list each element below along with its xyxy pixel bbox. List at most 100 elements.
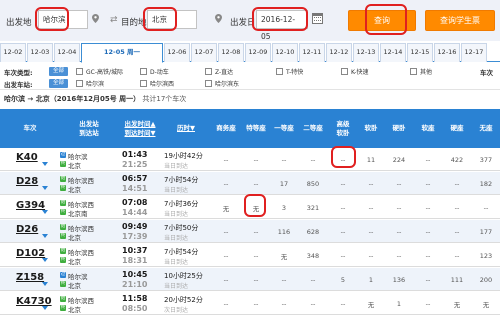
date-tab[interactable]: 12-06 bbox=[164, 43, 190, 62]
calendar-icon[interactable] bbox=[312, 13, 323, 24]
date-tab[interactable]: 12-08 bbox=[218, 43, 244, 62]
seat-first: -- bbox=[281, 299, 287, 308]
date-tab-active[interactable]: 12-05 周一 bbox=[81, 43, 163, 63]
departure-time: 01:43 bbox=[122, 150, 148, 159]
checkbox[interactable] bbox=[341, 68, 348, 75]
location-pin-icon[interactable] bbox=[215, 14, 222, 23]
seat-business: -- bbox=[223, 299, 229, 308]
departure-time: 10:37 bbox=[122, 246, 148, 255]
seat-business: -- bbox=[223, 275, 229, 284]
train-number[interactable]: D102 bbox=[16, 248, 45, 259]
expand-arrow-icon[interactable] bbox=[42, 186, 48, 190]
seat-hard-seat: 无 bbox=[453, 300, 461, 309]
train-number[interactable]: G394 bbox=[16, 200, 45, 211]
checkbox[interactable] bbox=[140, 80, 147, 87]
date-tab[interactable]: 12-10 bbox=[272, 43, 298, 62]
arrival-station: 北京 bbox=[68, 306, 81, 314]
seat-first: -- bbox=[281, 155, 287, 164]
from-label: 出发地 bbox=[6, 18, 32, 28]
checkbox[interactable] bbox=[76, 80, 83, 87]
origin-badge: 始 bbox=[60, 224, 66, 230]
arrival-time: 14:44 bbox=[122, 208, 148, 217]
checkbox[interactable] bbox=[205, 68, 212, 75]
seat-first: 116 bbox=[277, 227, 291, 236]
type-option: GC-高铁/城际 bbox=[86, 69, 124, 76]
table-row[interactable]: K4730 始哈尔滨西终北京 11:58 08:50 20小时52分 次日到达 -- -- --… bbox=[0, 292, 500, 315]
seat-second: -- bbox=[310, 299, 316, 308]
seat-no-seat: 无 bbox=[482, 300, 490, 309]
expand-arrow-icon[interactable] bbox=[42, 162, 48, 166]
checkbox[interactable] bbox=[140, 68, 147, 75]
expand-arrow-icon[interactable] bbox=[42, 234, 48, 238]
checkbox[interactable] bbox=[205, 80, 212, 87]
expand-arrow-icon[interactable] bbox=[42, 258, 48, 262]
date-tab[interactable]: 12-15 bbox=[407, 43, 433, 62]
seat-hard-seat: -- bbox=[454, 227, 460, 236]
seat-special: -- bbox=[253, 179, 259, 188]
date-tab[interactable]: 12-03 bbox=[27, 43, 53, 62]
seat-special: -- bbox=[253, 155, 259, 164]
seat-hard-seat: 111 bbox=[450, 275, 464, 284]
seat-business: -- bbox=[223, 227, 229, 236]
arrival-day: 当日到达 bbox=[164, 259, 189, 266]
seat-soft-sleeper: 11 bbox=[366, 155, 376, 164]
col-hard-seat: 硬座 bbox=[450, 124, 464, 132]
train-number[interactable]: D26 bbox=[16, 224, 38, 235]
arrival-station: 北京 bbox=[68, 162, 81, 170]
table-row[interactable]: Z158 过哈尔滨终北京 10:45 21:10 10小时25分 当日到达 -- -- -- --… bbox=[0, 268, 500, 291]
date-tab[interactable]: 12-12 bbox=[326, 43, 352, 62]
swap-icon[interactable]: ⇄ bbox=[110, 15, 118, 25]
duration: 7小时36分 bbox=[164, 200, 199, 208]
highlight-query bbox=[365, 4, 407, 35]
table-row[interactable]: D26 始哈尔滨西终北京 09:49 17:39 7小时50分 当日到达 -- -- 116 62… bbox=[0, 220, 500, 243]
location-pin-icon[interactable] bbox=[92, 14, 99, 23]
table-row[interactable]: D28 始哈尔滨西终北京 06:57 14:51 7小时54分 当日到达 -- -- 17 850… bbox=[0, 172, 500, 195]
origin-badge: 始 bbox=[60, 296, 66, 302]
all-stations-button[interactable]: 全部 bbox=[49, 79, 68, 88]
train-number[interactable]: D28 bbox=[16, 176, 38, 187]
type-option: D-动车 bbox=[150, 69, 169, 76]
train-number[interactable]: K40 bbox=[16, 152, 38, 163]
expand-arrow-icon[interactable] bbox=[42, 306, 48, 310]
arrival-station: 北京 bbox=[68, 234, 81, 242]
date-tab[interactable]: 12-17 bbox=[461, 43, 487, 62]
date-tab[interactable]: 12-13 bbox=[353, 43, 379, 62]
col-duration[interactable]: 历时▼ bbox=[162, 109, 210, 148]
departure-time: 11:58 bbox=[122, 294, 148, 303]
seat-hard-seat: -- bbox=[454, 251, 460, 260]
train-number[interactable]: Z158 bbox=[16, 272, 44, 283]
seat-soft-seat: -- bbox=[425, 179, 431, 188]
seat-first: -- bbox=[281, 275, 287, 284]
seat-premium: 5 bbox=[340, 275, 346, 284]
col-stations: 出发站 到达站 bbox=[79, 119, 99, 137]
date-tab[interactable]: 12-04 bbox=[54, 43, 80, 62]
expand-arrow-icon[interactable] bbox=[42, 282, 48, 286]
date-tab[interactable]: 12-11 bbox=[299, 43, 325, 62]
col-special: 特等座 bbox=[246, 124, 266, 132]
table-row[interactable]: K40 过哈尔滨终北京 01:43 21:25 19小时42分 当日到达 -- -- -- -- -… bbox=[0, 148, 500, 171]
col-times[interactable]: 出发时间▲ 到达时间▼ bbox=[118, 109, 162, 148]
date-tab[interactable]: 12-16 bbox=[434, 43, 460, 62]
seat-no-seat: 200 bbox=[479, 275, 493, 284]
checkbox[interactable] bbox=[76, 68, 83, 75]
seat-first: 3 bbox=[281, 203, 287, 212]
date-tab[interactable]: 12-02 bbox=[0, 43, 26, 62]
seat-business: -- bbox=[223, 155, 229, 164]
table-row[interactable]: D102 始哈尔滨西终北京 10:37 18:31 7小时54分 当日到达 -- -- 无 348… bbox=[0, 244, 500, 267]
duration: 7小时54分 bbox=[164, 176, 199, 184]
expand-arrow-icon[interactable] bbox=[42, 210, 48, 214]
seat-no-seat: 377 bbox=[479, 155, 493, 164]
seat-first: 17 bbox=[279, 179, 289, 188]
checkbox[interactable] bbox=[276, 68, 283, 75]
arrival-time: 21:25 bbox=[122, 160, 148, 169]
checkbox[interactable] bbox=[410, 68, 417, 75]
duration: 7小时50分 bbox=[164, 224, 199, 232]
all-types-button[interactable]: 全部 bbox=[49, 67, 68, 76]
date-tab[interactable]: 12-14 bbox=[380, 43, 406, 62]
date-tab[interactable]: 12-07 bbox=[191, 43, 217, 62]
type-option: 其他 bbox=[420, 69, 433, 76]
seat-hard-sleeper: -- bbox=[396, 227, 402, 236]
query-student-button[interactable]: 查询学生票 bbox=[425, 10, 495, 31]
type-option: Z-直达 bbox=[215, 69, 234, 76]
date-tab[interactable]: 12-09 bbox=[245, 43, 271, 62]
